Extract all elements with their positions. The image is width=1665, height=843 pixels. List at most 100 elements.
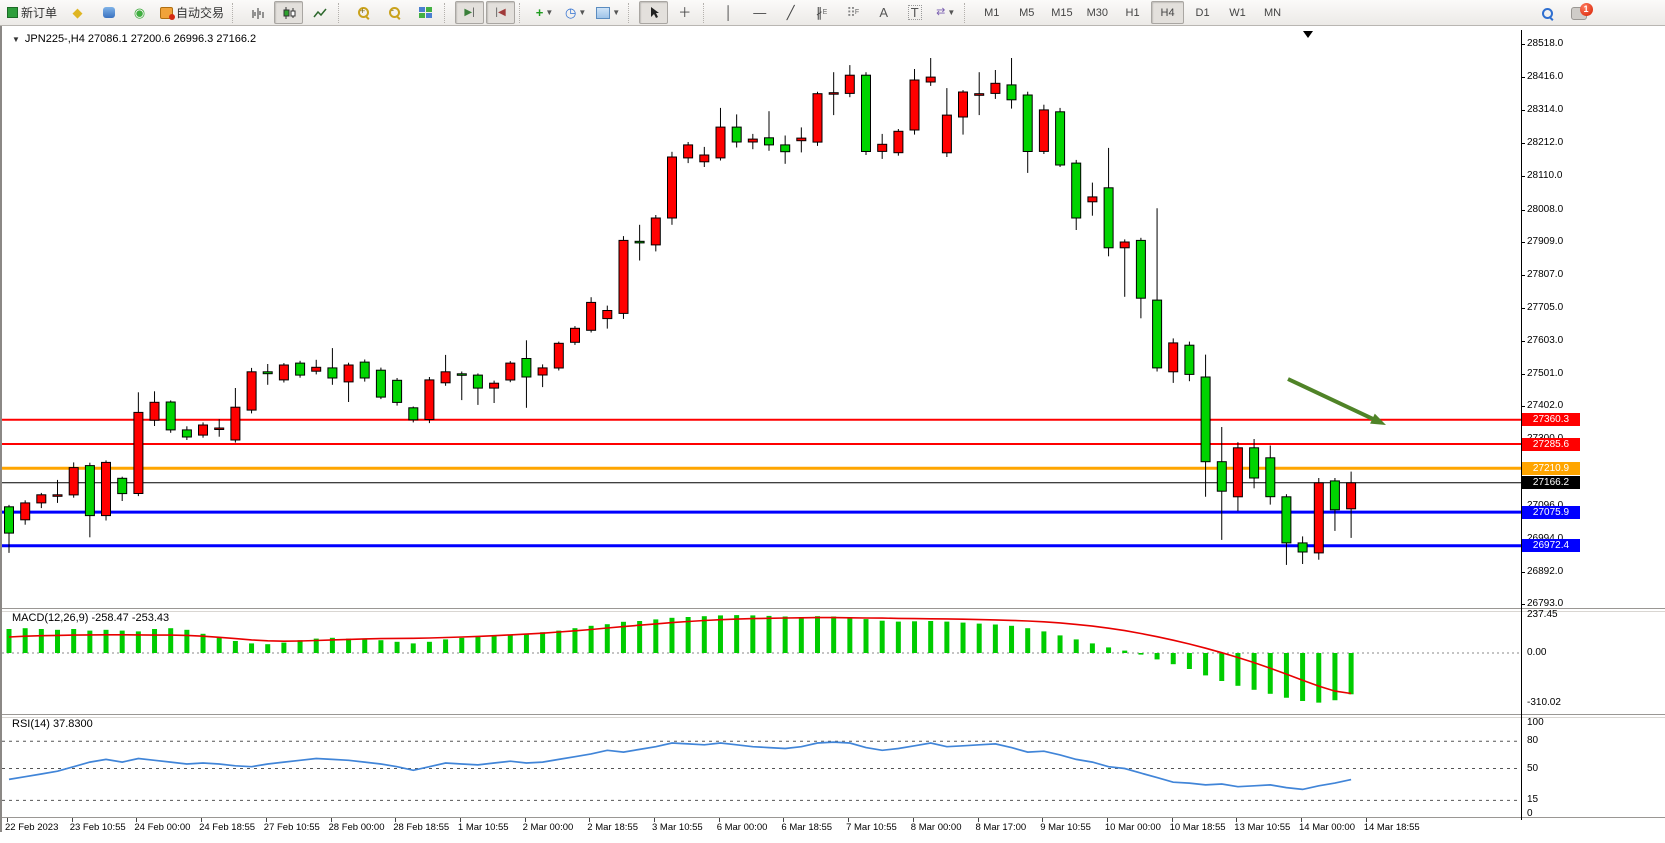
vertical-line-tool-button[interactable]: │ [714,1,743,24]
candle-body [1201,377,1210,462]
candle-body [85,466,94,516]
candle-body [506,363,515,380]
channel-tool-button[interactable]: ∦E [807,1,836,24]
price-tick [1521,44,1525,45]
candle-body [441,372,450,383]
market-watch-button[interactable] [94,1,123,24]
candle-body [845,75,854,93]
time-axis-label: 10 Mar 00:00 [1105,822,1161,833]
horizontal-line-tool-button[interactable]: — [745,1,774,24]
notifications-button[interactable]: 1 [1564,2,1593,25]
templates-button[interactable]: ▼ [592,1,624,24]
indicators-button[interactable]: +▼ [530,1,559,24]
price-tick-label: 28416.0 [1527,71,1563,82]
new-order-label: 新订单 [21,4,57,21]
candle-body [182,430,191,437]
text-tool-button[interactable]: A [869,1,898,24]
toolbar-right-group: 1 [1532,0,1593,26]
time-axis-label: 6 Mar 18:55 [781,822,832,833]
chart-shift-icon: ◀ [498,6,506,19]
candle-body [942,115,951,153]
collapse-icon[interactable]: ▼ [12,35,20,44]
macd-label: MACD(12,26,9) -258.47 -253.43 [12,612,169,624]
candle-body [21,503,30,520]
price-tick [1521,604,1525,605]
rsi-line [9,742,1351,789]
candle-body [571,328,580,342]
arrows-tool-button[interactable]: ⇄▼ [931,1,960,24]
new-order-button[interactable]: 新订单 [3,1,61,24]
candle-body [554,343,563,368]
fibonacci-tool-button[interactable]: ⠿F [838,1,867,24]
price-tick [1521,572,1525,573]
candle-body [1072,163,1081,218]
candlestick-mode-button[interactable] [274,1,303,24]
candle-body [1039,110,1048,151]
time-axis[interactable]: 22 Feb 202323 Feb 10:5524 Feb 00:0024 Fe… [2,820,1665,833]
profiles-button[interactable]: ◆ [63,1,92,24]
channel-letter: E [823,9,828,16]
cursor-tool-button[interactable] [639,1,668,24]
timeframe-h4[interactable]: H4 [1151,1,1184,24]
auto-trading-label: 自动交易 [176,4,224,21]
price-tick-label: 28518.0 [1527,38,1563,49]
trendline-tool-button[interactable]: ╱ [776,1,805,24]
crosshair-tool-button[interactable]: ＋ [670,1,699,24]
price-tick-label: 27705.0 [1527,302,1563,313]
time-axis-label: 8 Mar 17:00 [976,822,1027,833]
candle-body [797,138,806,141]
time-axis-label: 2 Mar 18:55 [587,822,638,833]
time-axis-label: 3 Mar 10:55 [652,822,703,833]
candle-body [296,363,305,375]
price-tick [1521,341,1525,342]
price-level-tag: 27360.3 [1522,413,1580,426]
time-axis-label: 14 Mar 18:55 [1364,822,1420,833]
chart-shift-button[interactable]: |◀ [486,1,515,24]
price-tick [1521,308,1525,309]
candle-body [1136,240,1145,298]
price-tick-label: 27501.0 [1527,368,1563,379]
auto-trading-button[interactable]: 自动交易 [156,1,228,24]
auto-scroll-button[interactable]: ▶| [455,1,484,24]
candle-body [926,77,935,82]
timeframe-m5[interactable]: M5 [1010,1,1043,24]
price-chart-pane[interactable] [2,26,1521,608]
timeframe-m1[interactable]: M1 [975,1,1008,24]
line-chart-mode-button[interactable] [305,1,334,24]
timeframe-m15[interactable]: M15 [1045,1,1078,24]
timeframe-m30[interactable]: M30 [1081,1,1114,24]
candle-body [5,507,14,533]
search-button[interactable] [1533,2,1562,25]
chart-window: ▼JPN225-,H4 27086.1 27200.6 26996.3 2716… [0,26,1665,832]
timeframe-w1[interactable]: W1 [1221,1,1254,24]
zoom-out-icon: - [389,7,400,18]
candle-body [1056,112,1065,165]
chevron-down-icon: ▼ [947,8,955,17]
zoom-in-button[interactable]: + [349,1,378,24]
candle-body [1153,300,1162,368]
candle-body [360,362,369,378]
candle-body [102,462,111,515]
candle-body [975,94,984,96]
price-tick [1521,77,1525,78]
price-tick [1521,176,1525,177]
tile-windows-button[interactable] [411,1,440,24]
timeframe-d1[interactable]: D1 [1186,1,1219,24]
timeframe-h1[interactable]: H1 [1116,1,1149,24]
price-level-tag: 27210.9 [1522,462,1580,475]
bar-chart-mode-button[interactable] [243,1,272,24]
price-tick-label: 26892.0 [1527,566,1563,577]
label-tool-button[interactable]: T [900,1,929,24]
candle-body [1233,448,1242,497]
trend-arrow-annotation[interactable] [1288,379,1377,421]
periods-button[interactable]: ◷▼ [561,1,590,24]
chart-shift-marker-icon[interactable] [1303,31,1313,38]
candle-body [199,425,208,435]
time-axis-label: 7 Mar 10:55 [846,822,897,833]
timeframe-mn[interactable]: MN [1256,1,1289,24]
bar-chart-icon [251,6,265,20]
rsi-pane[interactable] [2,716,1521,817]
macd-pane[interactable] [2,611,1521,714]
zoom-out-button[interactable]: - [380,1,409,24]
signals-button[interactable]: ◉ [125,1,154,24]
